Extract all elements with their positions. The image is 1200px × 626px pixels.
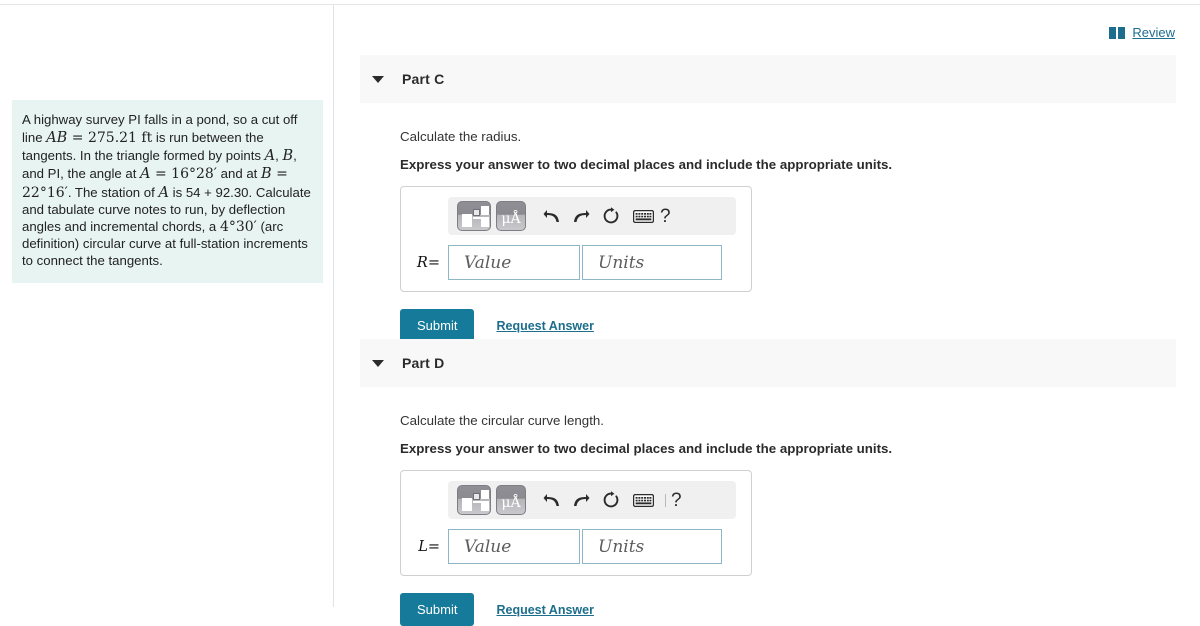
problem-segment: A [140,166,151,183]
units-input-c[interactable]: Units [582,245,722,280]
part-section-c: Part C Calculate the radius. Express you… [360,55,1176,342]
units-input-d[interactable]: Units [582,529,722,564]
actions-c: Submit Request Answer [400,309,1176,342]
problem-segment: B [282,148,294,164]
problem-statement-text: A highway survey PI falls in a pond, so … [22,112,313,269]
problem-segment: B [260,166,272,183]
math-template-button[interactable] [457,485,491,515]
chevron-down-icon[interactable] [372,359,384,367]
answer-field-row-c: R= Value Units [412,245,740,280]
part-prompt-c: Calculate the radius. [400,129,522,144]
request-answer-link-d[interactable]: Request Answer [496,603,593,617]
keyboard-icon[interactable] [626,203,660,229]
value-placeholder-c: Value [464,252,512,273]
submit-button-c[interactable]: Submit [400,309,475,342]
units-button[interactable]: μÅ [496,201,526,231]
problem-segment: A [158,184,169,201]
part-prompt-d: Calculate the circular curve length. [400,413,604,428]
equals-sign-c: = [427,254,440,271]
math-toolbar-c: μÅ ? [448,197,736,235]
reset-icon[interactable] [596,203,626,229]
math-template-button[interactable] [457,201,491,231]
redo-icon[interactable] [566,203,596,229]
part-section-d: Part D Calculate the circular curve leng… [360,339,1176,626]
part-header-c[interactable]: Part C [360,55,1176,103]
units-placeholder-c: Units [598,252,645,273]
problem-segment: = 275.21 ft [67,129,153,146]
units-placeholder-d: Units [598,536,645,557]
part-header-d[interactable]: Part D [360,339,1176,387]
help-icon[interactable]: ? [671,491,682,510]
review-link[interactable]: Review [1132,25,1175,40]
units-button[interactable]: μÅ [496,485,526,515]
part-instruction-d: Express your answer to two decimal place… [400,441,893,456]
units-button-label: μÅ [501,211,521,227]
undo-icon[interactable] [536,203,566,229]
problem-pane: A highway survey PI falls in a pond, so … [0,5,334,607]
equals-sign-d: = [427,538,440,555]
variable-label-c: R= [412,255,448,271]
problem-segment: and at [216,166,261,182]
answer-widget-c: μÅ ? R= Value Units [400,186,752,292]
value-placeholder-d: Value [464,536,512,557]
submit-button-d[interactable]: Submit [400,593,475,626]
variable-symbol-d: L [418,538,428,555]
part-body-d: Calculate the circular curve length. Exp… [360,413,1176,626]
chevron-down-icon[interactable] [372,75,384,83]
value-input-d[interactable]: Value [448,529,580,564]
book-icon [1109,26,1126,39]
value-input-c[interactable]: Value [448,245,580,280]
undo-icon[interactable] [536,487,566,513]
request-answer-link-c[interactable]: Request Answer [496,319,593,333]
review-bar: Review [1109,25,1175,40]
problem-segment: = 16°28′ [150,166,217,183]
part-body-c: Calculate the radius. Express your answe… [360,129,1176,342]
math-toolbar-d: μÅ ? [448,481,736,519]
part-instruction-c: Express your answer to two decimal place… [400,157,893,172]
answer-widget-d: μÅ ? L= Value Units [400,470,752,576]
problem-segment: A [264,148,276,164]
problem-segment: . The station of [67,184,159,200]
part-title-d: Part D [402,355,445,371]
keyboard-icon[interactable] [626,487,660,513]
actions-d: Submit Request Answer [400,593,1176,626]
problem-segment: 4°30′ [219,218,257,235]
toolbar-separator [665,493,666,507]
part-title-c: Part C [402,71,445,87]
reset-icon[interactable] [596,487,626,513]
redo-icon[interactable] [566,487,596,513]
variable-symbol-c: R [416,254,428,271]
units-button-label: μÅ [501,495,521,511]
problem-statement-card: A highway survey PI falls in a pond, so … [12,100,323,284]
answer-pane: Review Part C Calculate the radius. Expr… [335,5,1200,626]
answer-field-row-d: L= Value Units [412,529,740,564]
problem-segment: AB [46,129,68,146]
help-icon[interactable]: ? [660,207,671,226]
variable-label-d: L= [412,539,448,555]
